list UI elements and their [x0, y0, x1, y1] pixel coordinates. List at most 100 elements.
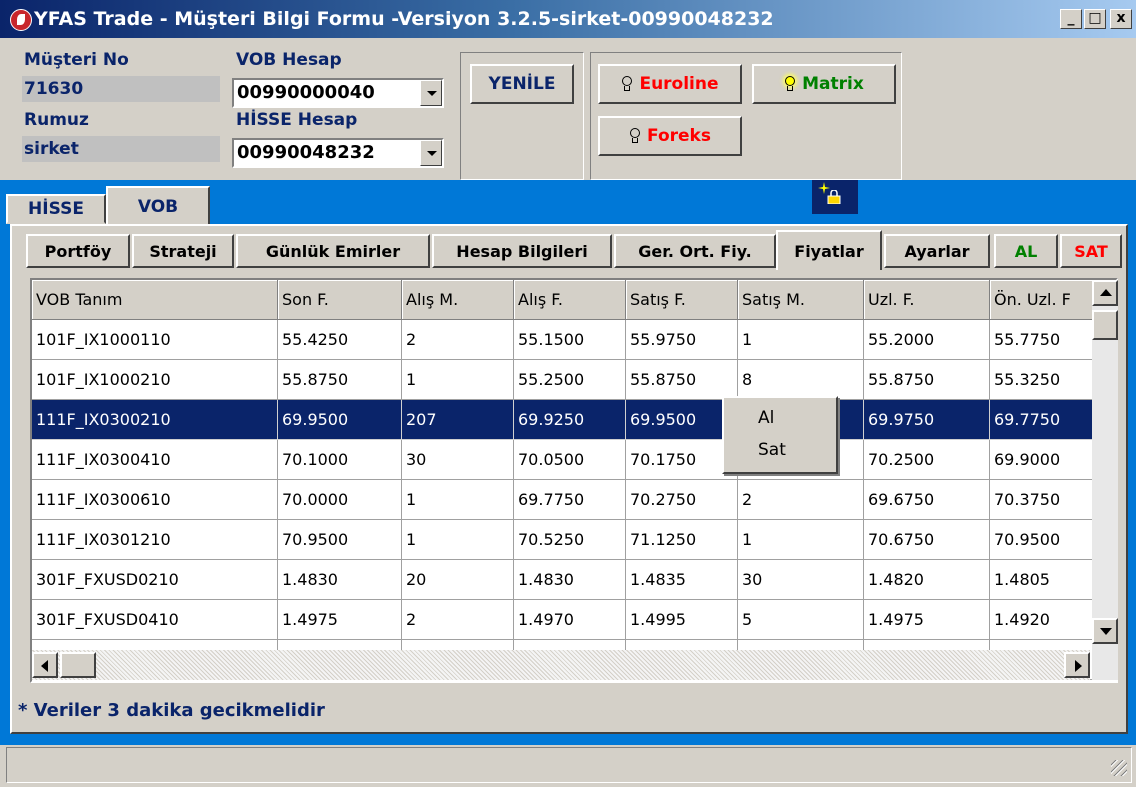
table-cell[interactable]: 55.8750 — [626, 360, 738, 400]
table-cell[interactable]: 1 — [402, 520, 514, 560]
table-cell[interactable]: 55.1500 — [514, 320, 626, 360]
table-cell[interactable]: 69.7750 — [514, 480, 626, 520]
scroll-down-button[interactable] — [1092, 618, 1118, 644]
table-cell[interactable]: 70.2500 — [864, 440, 990, 480]
table-cell[interactable]: 55.9750 — [626, 320, 738, 360]
table-cell[interactable]: 111F_IX0301210 — [32, 520, 278, 560]
table-cell[interactable]: 70.0500 — [514, 440, 626, 480]
al-button[interactable]: AL — [994, 234, 1058, 268]
table-cell[interactable]: 2 — [402, 600, 514, 640]
table-cell[interactable]: 111F_IX0300410 — [32, 440, 278, 480]
title-bar[interactable]: YFAS Trade - Müşteri Bilgi Formu -Versiy… — [0, 0, 1136, 38]
table-cell[interactable]: 1.4970 — [514, 600, 626, 640]
vertical-scrollbar[interactable] — [1092, 280, 1118, 680]
table-cell[interactable]: 30 — [738, 560, 864, 600]
tab-hisse[interactable]: HİSSE — [6, 194, 106, 224]
tab-vob[interactable]: VOB — [106, 186, 210, 226]
table-cell[interactable]: 2 — [402, 320, 514, 360]
column-header[interactable]: Satış M. — [738, 280, 864, 320]
table-cell[interactable]: 70.5250 — [514, 520, 626, 560]
table-cell[interactable]: 5 — [738, 600, 864, 640]
column-header[interactable]: Satış F. — [626, 280, 738, 320]
tab-portfoy[interactable]: Portföy — [26, 234, 130, 268]
table-cell[interactable]: 70.2750 — [626, 480, 738, 520]
table-cell[interactable]: 207 — [402, 400, 514, 440]
table-row[interactable]: 111F_IX0300410 70.1000 30 70.0500 70.1750 70.… — [32, 440, 1116, 480]
column-header[interactable]: Alış F. — [514, 280, 626, 320]
foreks-button[interactable]: Foreks — [598, 116, 742, 156]
matrix-button[interactable]: Matrix — [752, 64, 896, 104]
table-row[interactable]: 101F_IX1000110 55.4250 2 55.1500 55.9750 1 55.… — [32, 320, 1116, 360]
prices-grid[interactable]: VOB Tanım Son F. Alış M. Alış F. Satış F. Sat… — [30, 278, 1118, 683]
table-cell[interactable]: 8 — [738, 360, 864, 400]
table-cell[interactable]: 30 — [402, 440, 514, 480]
table-cell[interactable]: 101F_IX1000110 — [32, 320, 278, 360]
table-cell[interactable]: 55.4250 — [278, 320, 402, 360]
table-row[interactable]: 301F_FXUSD0210 1.4830 20 1.4830 1.4835 30 1.48… — [32, 560, 1116, 600]
table-cell[interactable]: 70.0000 — [278, 480, 402, 520]
table-cell[interactable]: 301F_FXUSD0210 — [32, 560, 278, 600]
table-cell[interactable]: 1.4820 — [864, 560, 990, 600]
column-header[interactable]: Son F. — [278, 280, 402, 320]
hisse-hesap-select[interactable]: 00990048232 — [232, 138, 444, 168]
table-cell[interactable]: 111F_IX0300210 — [32, 400, 278, 440]
table-cell[interactable]: 301F_FXUSD0410 — [32, 600, 278, 640]
column-header[interactable]: Alış M. — [402, 280, 514, 320]
table-row[interactable]: 301F_FXUSD0410 1.4975 2 1.4970 1.4995 5 1.4975… — [32, 600, 1116, 640]
vob-hesap-select[interactable]: 00990000040 — [232, 78, 444, 108]
table-cell[interactable]: 1.4975 — [278, 600, 402, 640]
table-cell[interactable]: 2 — [738, 480, 864, 520]
table-cell[interactable]: 1.4830 — [278, 560, 402, 600]
table-cell[interactable]: 55.2500 — [514, 360, 626, 400]
tab-fiyatlar[interactable]: Fiyatlar — [776, 230, 882, 270]
table-cell[interactable]: 69.9750 — [864, 400, 990, 440]
table-cell[interactable]: 1 — [402, 360, 514, 400]
column-header[interactable]: Uzl. F. — [864, 280, 990, 320]
tab-gunluk-emirler[interactable]: Günlük Emirler — [236, 234, 430, 268]
table-cell[interactable]: 1 — [738, 520, 864, 560]
table-row[interactable]: 111F_IX0301210 70.9500 1 70.5250 71.1250 1 70.… — [32, 520, 1116, 560]
horizontal-scroll-thumb[interactable] — [60, 652, 96, 678]
table-cell[interactable]: 70.1000 — [278, 440, 402, 480]
table-cell[interactable]: 20 — [402, 560, 514, 600]
table-cell[interactable]: 69.9250 — [514, 400, 626, 440]
close-button[interactable]: x — [1110, 9, 1132, 29]
table-cell[interactable]: 55.8750 — [278, 360, 402, 400]
table-cell[interactable]: 101F_IX1000210 — [32, 360, 278, 400]
table-row[interactable]: 111F_IX0300210 69.9500 207 69.9250 69.9500 69… — [32, 400, 1116, 440]
table-row[interactable]: 111F_IX0300610 70.0000 1 69.7750 70.2750 2 69.… — [32, 480, 1116, 520]
chevron-down-icon[interactable] — [420, 140, 442, 166]
scroll-right-button[interactable] — [1064, 652, 1090, 678]
table-cell[interactable]: 70.6750 — [864, 520, 990, 560]
table-cell[interactable]: 1 — [402, 480, 514, 520]
context-menu-sat[interactable]: Sat — [758, 440, 786, 460]
tab-ayarlar[interactable]: Ayarlar — [884, 234, 990, 268]
table-cell[interactable]: 55.2000 — [864, 320, 990, 360]
sat-button[interactable]: SAT — [1060, 234, 1122, 268]
maximize-button[interactable]: □ — [1084, 9, 1106, 29]
table-cell[interactable]: 111F_IX0300610 — [32, 480, 278, 520]
table-cell[interactable]: 1.4995 — [626, 600, 738, 640]
table-cell[interactable]: 1 — [738, 320, 864, 360]
chevron-down-icon[interactable] — [420, 80, 442, 106]
table-cell[interactable]: 1.4835 — [626, 560, 738, 600]
yenile-button[interactable]: YENİLE — [470, 64, 574, 104]
scroll-left-button[interactable] — [32, 652, 58, 678]
table-cell[interactable]: 1.4830 — [514, 560, 626, 600]
scroll-up-button[interactable] — [1092, 280, 1118, 306]
tab-hesap-bilgileri[interactable]: Hesap Bilgileri — [432, 234, 612, 268]
table-cell[interactable]: 1.4975 — [864, 600, 990, 640]
lock-button[interactable] — [812, 180, 858, 214]
table-row[interactable]: 101F_IX1000210 55.8750 1 55.2500 55.8750 8 55.… — [32, 360, 1116, 400]
table-cell[interactable]: 71.1250 — [626, 520, 738, 560]
tab-strateji[interactable]: Strateji — [132, 234, 234, 268]
horizontal-scrollbar[interactable] — [32, 650, 1090, 680]
table-cell[interactable]: 69.6750 — [864, 480, 990, 520]
context-menu-al[interactable]: Al — [758, 408, 774, 428]
resize-grip-icon[interactable] — [1111, 760, 1127, 776]
euroline-button[interactable]: Euroline — [598, 64, 742, 104]
tab-ger-ort-fiy[interactable]: Ger. Ort. Fiy. — [614, 234, 776, 268]
table-cell[interactable]: 69.9500 — [278, 400, 402, 440]
vertical-scroll-thumb[interactable] — [1092, 310, 1118, 340]
table-cell[interactable]: 70.9500 — [278, 520, 402, 560]
